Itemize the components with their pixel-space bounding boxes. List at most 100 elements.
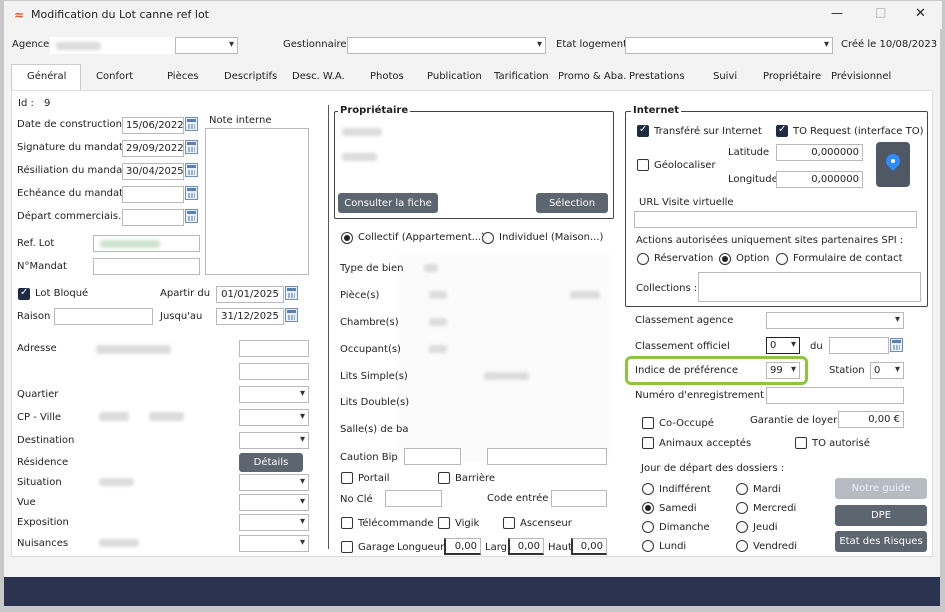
indice-preference-select[interactable]: 99 [766,362,800,379]
garantie-loyer-field[interactable]: 0,00 € [838,411,904,428]
longitude-field[interactable]: 0,000000 [776,171,863,188]
tab-confort[interactable]: Confort [96,71,133,82]
calendar-icon[interactable] [185,163,198,177]
details-button[interactable]: Détails [239,453,303,472]
formulaire-contact-radio[interactable] [776,253,788,265]
notre-guide-button[interactable]: Notre guide [835,478,927,499]
day-dimanche-radio[interactable] [642,521,654,533]
tab-publication[interactable]: Publication [427,71,482,82]
maximize-button[interactable]: □ [875,5,886,19]
tab-proprietaire[interactable]: Propriétaire [763,71,821,82]
jusqu-field[interactable]: 31/12/2025 [216,308,284,325]
vigik-checkbox[interactable] [438,517,450,529]
larg-field[interactable]: 0,00 [508,538,544,555]
collections-field[interactable] [698,272,921,302]
day-indifferent-radio[interactable] [642,483,654,495]
numero-enregistrement-field[interactable] [766,387,904,404]
tab-prestations[interactable]: Prestations [629,71,685,82]
no-cle-field[interactable] [385,490,442,507]
classement-agence-select[interactable] [766,312,904,329]
tab-pieces[interactable]: Pièces [167,71,199,82]
tab-previsionnel[interactable]: Prévisionnel [831,71,891,82]
cp-ville-select[interactable] [239,409,309,426]
portail-checkbox[interactable] [341,472,353,484]
etat-risques-button[interactable]: Etat des Risques [835,531,927,552]
minimize-button[interactable]: — [831,6,843,20]
tab-desc-wa[interactable]: Desc. W.A. [292,71,345,82]
classement-officiel-select[interactable]: 0 [766,337,800,354]
tab-general[interactable]: Général [27,71,66,82]
raison-field[interactable] [54,308,153,325]
ascenseur-checkbox[interactable] [503,517,515,529]
garage-checkbox[interactable] [341,541,353,553]
date-construction-field[interactable]: 15/06/2022 [122,117,184,134]
individuel-radio[interactable] [482,232,494,244]
calendar-icon[interactable] [285,286,298,300]
day-mercredi-radio[interactable] [736,502,748,514]
tab-descriptifs[interactable]: Descriptifs [224,71,277,82]
adresse-line1-field[interactable] [239,340,309,357]
telecommande-checkbox[interactable] [341,517,353,529]
haut-field[interactable]: 0,00 [571,538,607,555]
consulter-fiche-button[interactable]: Consulter la fiche [338,193,438,213]
resiliation-mandat-field[interactable]: 30/04/2025 [122,163,184,180]
calendar-icon[interactable] [185,186,198,200]
tab-suivi[interactable]: Suivi [713,71,737,82]
ref-lot-field[interactable] [93,235,200,252]
longueur-field[interactable]: 0,00 [444,538,481,555]
quartier-select[interactable] [239,386,309,403]
nuisances-select[interactable] [239,535,309,552]
classement-date-field[interactable] [829,337,889,354]
geolocaliser-checkbox[interactable] [637,159,649,171]
transfere-internet-checkbox[interactable] [637,124,649,137]
n-mandat-field[interactable] [93,258,200,275]
caution-bip-field[interactable] [404,448,461,465]
lot-bloque-checkbox[interactable] [18,287,30,300]
co-occupe-checkbox[interactable] [642,417,654,429]
day-vendredi-radio[interactable] [736,540,748,552]
etat-logement-select[interactable] [625,37,833,54]
collectif-radio[interactable] [341,232,353,244]
caution-extra-field[interactable] [487,448,607,465]
signature-mandat-field[interactable]: 29/09/2022 [122,140,184,157]
day-mardi-radio[interactable] [736,483,748,495]
to-request-checkbox[interactable] [776,124,788,137]
day-lundi-radio[interactable] [642,540,654,552]
code-entree-field[interactable] [551,490,607,507]
calendar-icon[interactable] [890,338,903,352]
reservation-radio[interactable] [637,253,649,265]
echeance-mandat-field[interactable] [122,186,184,203]
tab-promo[interactable]: Promo & Aba. [558,71,626,82]
gestionnaire-select[interactable] [347,37,546,54]
dpe-button[interactable]: DPE [835,505,927,526]
calendar-icon[interactable] [185,117,198,131]
to-autorise-checkbox[interactable] [795,437,807,449]
calendar-icon[interactable] [285,308,298,322]
calendar-icon[interactable] [185,140,198,154]
cp-ville-label: CP - Ville [17,412,62,423]
note-interne-textarea[interactable] [205,128,309,275]
tab-photos[interactable]: Photos [370,71,404,82]
animaux-checkbox[interactable] [642,437,654,449]
vue-select[interactable] [239,494,309,511]
tab-tarification[interactable]: Tarification [494,71,549,82]
station-select[interactable]: 0 [870,362,904,379]
day-jeudi-radio[interactable] [736,521,748,533]
barriere-checkbox[interactable] [438,472,450,484]
situation-select[interactable] [239,474,309,491]
url-visite-field[interactable] [634,211,917,228]
depart-commercial-field[interactable] [122,209,184,226]
calendar-icon[interactable] [185,209,198,223]
agence-code-field[interactable] [50,37,175,54]
latitude-field[interactable]: 0,000000 [776,144,863,161]
day-samedi-radio[interactable] [642,502,654,514]
destination-select[interactable] [239,432,309,449]
adresse-line2-field[interactable] [239,363,309,380]
apartir-field[interactable]: 01/01/2025 [216,286,284,303]
selection-button[interactable]: Sélection [536,193,608,213]
map-pin-button[interactable] [876,142,910,187]
exposition-select[interactable] [239,514,309,531]
close-button[interactable]: ✕ [915,6,926,21]
agence-select[interactable] [175,37,238,54]
option-radio[interactable] [719,253,731,265]
